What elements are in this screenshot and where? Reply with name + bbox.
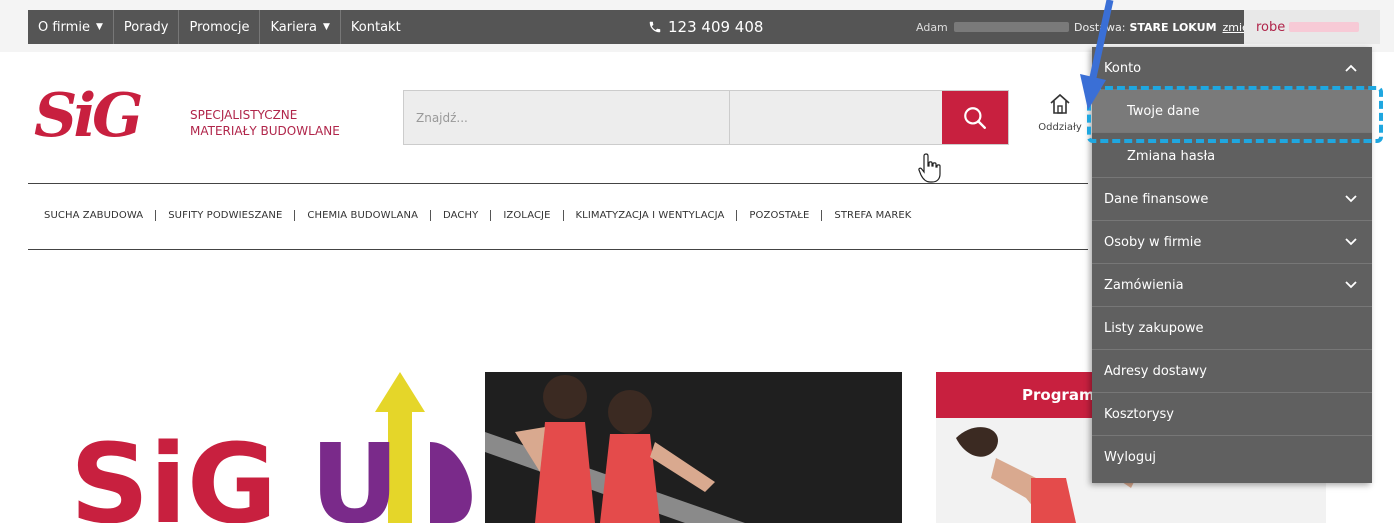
top-nav-label: Promocje: [189, 19, 250, 35]
branches-label: Oddziały: [1038, 122, 1082, 133]
dropdown-zamowienia[interactable]: Zamówienia: [1092, 264, 1372, 307]
dropdown-konto[interactable]: Konto: [1092, 47, 1372, 90]
logo[interactable]: SiG: [30, 81, 180, 151]
dropdown-item-label: Osoby w firmie: [1104, 234, 1202, 250]
chevron-down-icon: [1345, 195, 1357, 203]
sig-up-text-u: U: [310, 420, 399, 523]
logo-text: SiG: [34, 82, 141, 146]
chevron-down-icon: [1345, 238, 1357, 246]
dropdown-wyloguj[interactable]: Wyloguj: [1092, 436, 1372, 479]
search-button[interactable]: [942, 91, 1008, 144]
sig-up-text-sig: SiG: [70, 420, 277, 523]
dropdown-item-label: Zamówienia: [1104, 277, 1184, 293]
top-nav-promocje[interactable]: Promocje: [179, 10, 261, 44]
highlight-dashed-frame: [1087, 86, 1383, 143]
tagline-line-2: MATERIAŁY BUDOWLANE: [190, 124, 340, 138]
top-nav-porady[interactable]: Porady: [114, 10, 180, 44]
top-nav-kontakt[interactable]: Kontakt: [341, 10, 411, 44]
caret-down-icon: ▼: [323, 22, 330, 32]
account-menu-toggle[interactable]: robe: [1244, 10, 1380, 44]
top-bar: O firmie ▼ Porady Promocje Kariera ▼ Konta…: [0, 0, 1394, 52]
account-label: robe: [1256, 19, 1286, 35]
category-dachy[interactable]: DACHY: [431, 209, 492, 221]
dropdown-item-label: Listy zakupowe: [1104, 320, 1204, 336]
dropdown-osoby-w-firmie[interactable]: Osoby w firmie: [1092, 221, 1372, 264]
chevron-up-icon: [1345, 64, 1357, 72]
search-icon: [964, 106, 986, 129]
category-sufity-podwieszane[interactable]: SUFITY PODWIESZANE: [156, 209, 296, 221]
header-divider: [28, 183, 1088, 184]
tagline-line-1: SPECJALISTYCZNE: [190, 108, 298, 122]
search-box: [403, 90, 1009, 145]
search-input[interactable]: [404, 91, 730, 144]
caret-down-icon: ▼: [95, 22, 103, 32]
dropdown-adresy-dostawy[interactable]: Adresy dostawy: [1092, 350, 1372, 393]
search-field-extension[interactable]: [730, 91, 942, 144]
sig-logo-icon: SiG: [34, 81, 145, 151]
top-nav-label: Kontakt: [350, 19, 401, 35]
category-pozostale[interactable]: POZOSTAŁE: [737, 209, 823, 221]
logo-tagline: SPECJALISTYCZNE MATERIAŁY BUDOWLANE: [190, 107, 340, 139]
runners-photo[interactable]: [485, 372, 902, 523]
dropdown-kosztorysy[interactable]: Kosztorysy: [1092, 393, 1372, 436]
delivery-value: STARE LOKUM: [1129, 20, 1217, 34]
dropdown-item-label: Wyloguj: [1104, 450, 1156, 465]
top-nav-label: Kariera: [270, 19, 317, 35]
dropdown-item-label: Dane finansowe: [1104, 191, 1209, 207]
dropdown-item-label: Adresy dostawy: [1104, 363, 1207, 379]
phone-number[interactable]: 123 409 408: [648, 10, 763, 44]
dropdown-listy-zakupowe[interactable]: Listy zakupowe: [1092, 307, 1372, 350]
runners-image-icon: [485, 372, 902, 523]
top-nav-kariera[interactable]: Kariera ▼: [260, 10, 341, 44]
dropdown-dane-finansowe[interactable]: Dane finansowe: [1092, 178, 1372, 221]
dropdown-item-label: Kosztorysy: [1104, 406, 1174, 422]
dropdown-item-label: Zmiana hasła: [1127, 148, 1216, 164]
account-blurred: [1289, 22, 1360, 32]
phone-icon: [649, 21, 661, 33]
program-title: Program: [1022, 386, 1095, 404]
sig-up-logo-icon: SiG U: [70, 372, 472, 523]
top-nav: O firmie ▼ Porady Promocje Kariera ▼ Konta…: [28, 10, 411, 44]
top-nav-label: Porady: [123, 19, 169, 35]
category-klimatyzacja[interactable]: KLIMATYZACJA I WENTYLACJA: [564, 209, 738, 221]
chevron-down-icon: [1345, 281, 1357, 289]
annotation-arrow-icon: [1080, 0, 1114, 110]
top-nav-label: O firmie: [38, 19, 90, 35]
category-sucha-zabudowa[interactable]: SUCHA ZABUDOWA: [30, 209, 157, 221]
user-first-name: Adam: [916, 20, 948, 34]
top-nav-o-firmie[interactable]: O firmie ▼: [28, 10, 114, 44]
category-izolacje[interactable]: IZOLACJE: [491, 209, 564, 221]
category-divider: [28, 249, 1088, 250]
sig-up-banner[interactable]: SiG U: [70, 372, 480, 523]
category-strefa-marek[interactable]: STREFA MAREK: [822, 210, 923, 221]
phone-text: 123 409 408: [668, 18, 764, 36]
category-nav: SUCHA ZABUDOWA SUFITY PODWIESZANE CHEMIA…: [30, 200, 923, 230]
category-chemia-budowlana[interactable]: CHEMIA BUDOWLANA: [295, 209, 432, 221]
top-bar-inner: O firmie ▼ Porady Promocje Kariera ▼ Konta…: [28, 10, 1380, 44]
